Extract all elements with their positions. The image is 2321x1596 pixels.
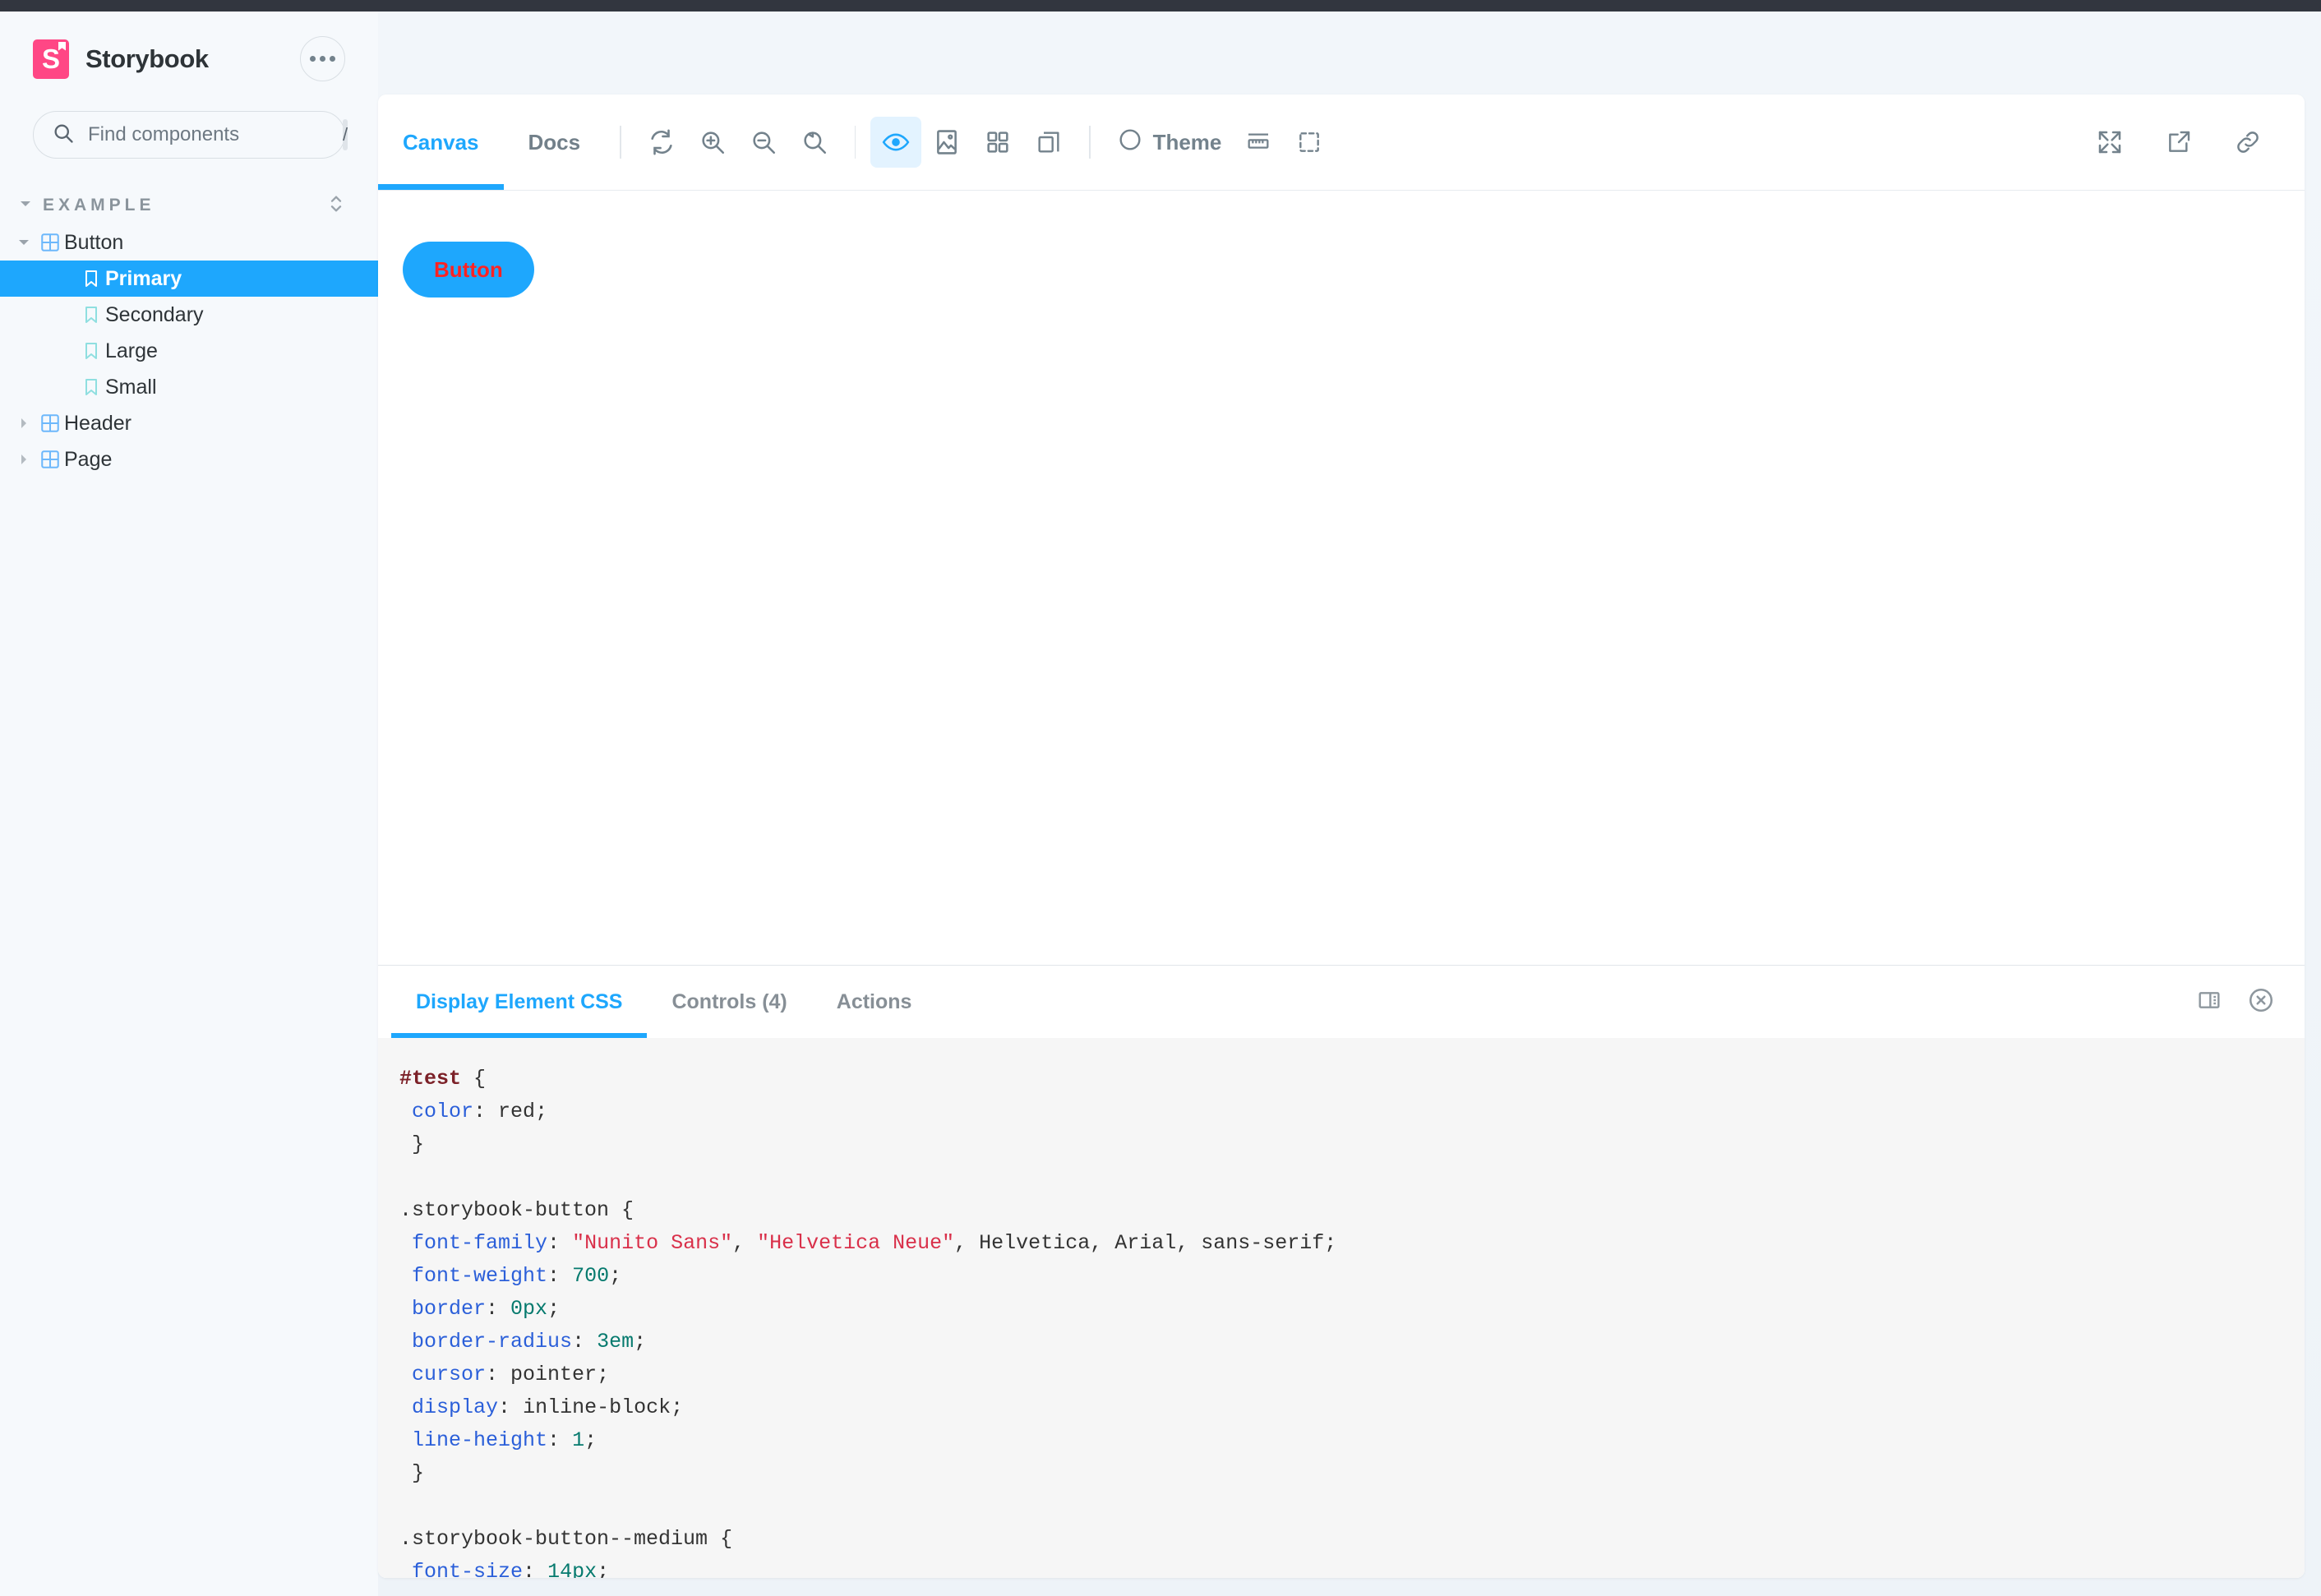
main-panel: Canvas Docs [378, 95, 2305, 1578]
sidebar-item-label: Page [64, 448, 112, 472]
storybook-app: S Storybook / [0, 0, 2321, 1596]
tab-display-element-css[interactable]: Display Element CSS [391, 966, 647, 1038]
story-bookmark-icon [77, 341, 105, 361]
tree-group-example[interactable]: EXAMPLE [0, 187, 378, 224]
caret-down-icon[interactable] [12, 235, 36, 250]
sidebar-item-large[interactable]: Large [0, 333, 378, 369]
close-circle-icon[interactable] [2247, 986, 2275, 1018]
circle-icon [1117, 127, 1143, 159]
sidebar-item-header[interactable]: Header [0, 405, 378, 441]
caret-right-icon[interactable] [12, 452, 36, 467]
story-canvas: Button [378, 191, 2305, 965]
toolbar-divider-2 [855, 126, 856, 159]
viewport-icon[interactable] [1023, 117, 1074, 168]
theme-label: Theme [1153, 130, 1222, 155]
component-grid-icon [36, 449, 64, 470]
search-input[interactable] [75, 123, 343, 146]
search-box[interactable]: / [33, 111, 345, 159]
sidebar-item-label: Primary [105, 267, 182, 291]
toolbar-right-actions [2084, 117, 2286, 168]
remount-icon[interactable] [636, 117, 687, 168]
ruler-icon[interactable] [1233, 117, 1284, 168]
tab-actions[interactable]: Actions [812, 966, 937, 1038]
window-titlebar [0, 0, 2321, 12]
ellipsis-icon[interactable] [300, 36, 345, 81]
story-bookmark-icon [77, 269, 105, 288]
sidebar-item-label: Secondary [105, 303, 204, 327]
tab-docs[interactable]: Docs [504, 95, 606, 190]
sidebar-item-button[interactable]: Button [0, 224, 378, 261]
sidebar: S Storybook / [0, 12, 378, 1596]
sidebar-item-primary[interactable]: Primary [0, 261, 378, 297]
chevron-up-down-icon[interactable] [327, 191, 345, 220]
eye-measure-icon[interactable] [870, 117, 921, 168]
story-primary-button[interactable]: Button [403, 242, 534, 298]
zoom-reset-icon[interactable] [789, 117, 840, 168]
fullscreen-icon[interactable] [2084, 117, 2135, 168]
sidebar-item-label: Button [64, 231, 123, 255]
zoom-in-icon[interactable] [687, 117, 738, 168]
panel-position-icon[interactable] [2196, 987, 2222, 1017]
sidebar-item-label: Small [105, 376, 157, 399]
search-shortcut-badge: / [343, 119, 348, 150]
theme-selector[interactable]: Theme [1105, 117, 1234, 168]
grid-icon[interactable] [972, 117, 1023, 168]
component-grid-icon [36, 232, 64, 253]
toolbar-divider [620, 126, 621, 159]
story-bookmark-icon [77, 377, 105, 397]
sidebar-item-label: Large [105, 339, 158, 363]
preview-toolbar: Canvas Docs [378, 95, 2305, 191]
caret-right-icon[interactable] [12, 416, 36, 431]
toolbar-divider-3 [1089, 126, 1091, 159]
outline-icon[interactable] [1284, 117, 1335, 168]
copy-link-icon[interactable] [2222, 117, 2273, 168]
brand[interactable]: S Storybook [33, 39, 209, 79]
component-tree: EXAMPLE Button Primary Secondary Large Small… [0, 187, 378, 477]
brand-title: Storybook [85, 44, 209, 74]
sidebar-header: S Storybook [0, 12, 378, 81]
sidebar-item-secondary[interactable]: Secondary [0, 297, 378, 333]
tab-canvas[interactable]: Canvas [378, 95, 504, 190]
storybook-logo-icon: S [33, 39, 69, 79]
sidebar-item-small[interactable]: Small [0, 369, 378, 405]
background-image-icon[interactable] [921, 117, 972, 168]
tab-controls[interactable]: Controls (4) [647, 966, 811, 1038]
tree-group-label: EXAMPLE [43, 196, 155, 215]
component-grid-icon [36, 413, 64, 434]
preview-tabs: Canvas Docs [378, 95, 605, 190]
caret-down-icon [18, 196, 33, 215]
zoom-out-icon[interactable] [738, 117, 789, 168]
addon-tabs: Display Element CSS Controls (4) Actions [378, 966, 2305, 1038]
open-new-tab-icon[interactable] [2153, 117, 2204, 168]
sidebar-item-label: Header [64, 412, 132, 436]
element-css-output: #test { color: red; } .storybook-button … [378, 1038, 2305, 1578]
search-icon [52, 122, 75, 149]
addon-panel: Display Element CSS Controls (4) Actions [378, 965, 2305, 1578]
sidebar-item-page[interactable]: Page [0, 441, 378, 477]
css-code-block: #test { color: red; } .storybook-button … [385, 1063, 2305, 1578]
story-bookmark-icon [77, 305, 105, 325]
